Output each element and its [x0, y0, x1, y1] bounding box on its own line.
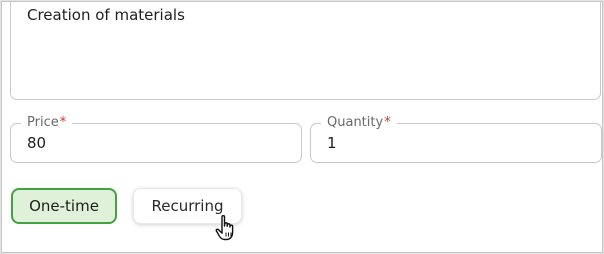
quantity-value: 1	[327, 134, 337, 152]
quantity-label-text: Quantity	[327, 115, 384, 130]
description-value: Creation of materials	[27, 6, 185, 24]
price-label-text: Price	[27, 115, 59, 130]
form-panel: Creation of materials Price* 80 Quantity…	[1, 1, 603, 253]
quantity-required-mark: *	[384, 115, 391, 130]
quantity-field[interactable]: Quantity* 1	[310, 115, 602, 163]
price-required-mark: *	[59, 115, 67, 130]
one-time-button[interactable]: One-time	[11, 188, 117, 224]
hand-pointer-icon	[215, 214, 234, 241]
quantity-label: Quantity*	[321, 115, 397, 131]
description-textarea[interactable]: Creation of materials	[10, 2, 601, 100]
price-label: Price*	[21, 115, 73, 131]
price-value: 80	[27, 134, 47, 152]
price-field[interactable]: Price* 80	[10, 115, 302, 163]
